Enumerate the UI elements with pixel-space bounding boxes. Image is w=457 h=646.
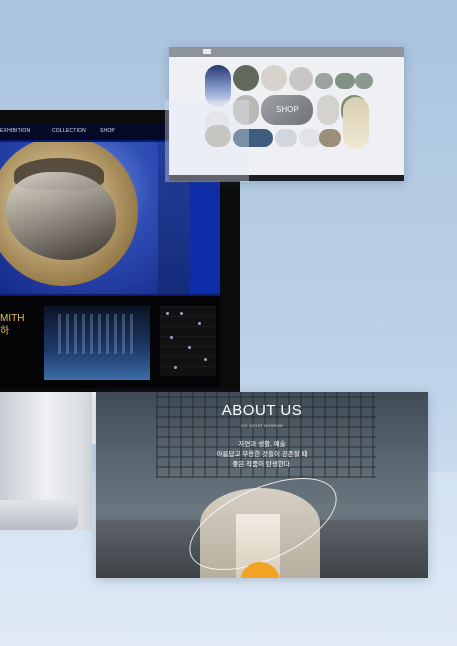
nav-collection-link[interactable]: COLLECTION — [52, 128, 86, 134]
product-card[interactable] — [233, 65, 259, 91]
exhibition-headline: MITH 하 — [0, 313, 25, 337]
shop-site-nav: · · · · · · · · · · · — [169, 47, 404, 57]
featured-artwork — [0, 142, 158, 294]
icon-grid — [160, 306, 216, 376]
product-card[interactable] — [275, 129, 297, 147]
product-card[interactable] — [343, 97, 369, 149]
product-card[interactable] — [261, 65, 287, 91]
nav-exhibition-link[interactable]: EXHIBITION — [0, 128, 30, 134]
monitor-stand-base — [0, 500, 78, 530]
about-body: 자연과 생활, 예술 아름답고 무용한 것들이 공존할 때 좋은 작품이 탄생한… — [216, 441, 308, 468]
nav-shop-link[interactable]: SHOP — [100, 128, 115, 134]
about-us-panel: ABOUT US GO JOOST MUSEUM 자연과 생활, 예술 아름답고… — [96, 392, 428, 578]
product-card[interactable] — [317, 95, 339, 125]
product-card[interactable] — [289, 67, 313, 91]
product-card[interactable] — [335, 73, 355, 89]
about-title: ABOUT US — [221, 402, 303, 419]
product-card[interactable] — [319, 129, 341, 147]
logo[interactable] — [203, 49, 211, 54]
product-card[interactable] — [355, 73, 373, 89]
frosted-overlay — [165, 100, 249, 182]
shop-label: SHOP — [276, 105, 299, 114]
product-card[interactable] — [299, 129, 321, 147]
product-card[interactable] — [315, 73, 333, 89]
about-subtitle: GO JOOST MUSEUM — [241, 424, 283, 428]
